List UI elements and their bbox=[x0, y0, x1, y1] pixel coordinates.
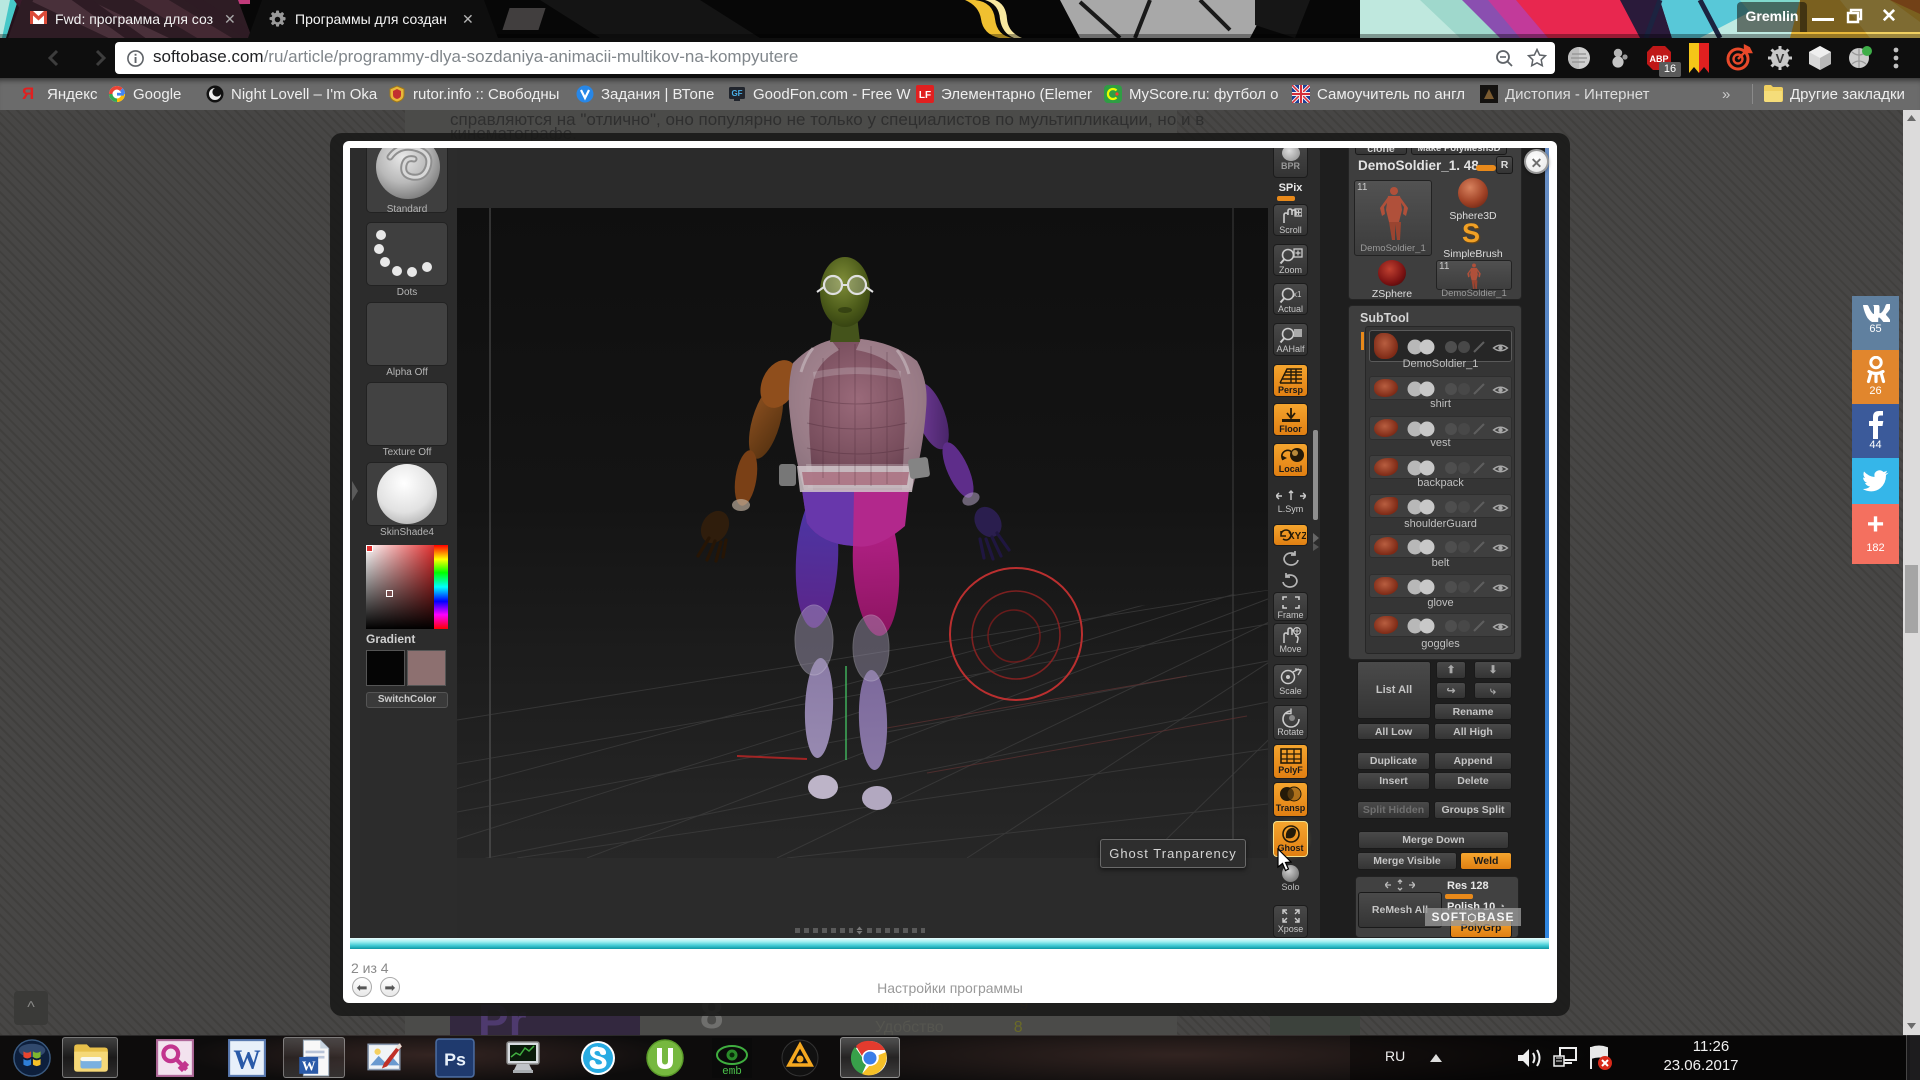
svg-text:Ps: Ps bbox=[444, 1049, 466, 1069]
svg-text:V: V bbox=[1776, 51, 1785, 66]
svg-text:GF: GF bbox=[731, 89, 742, 98]
svg-text:emb: emb bbox=[722, 1066, 742, 1078]
svg-text:LF: LF bbox=[919, 90, 931, 101]
svg-text:XYZ: XYZ bbox=[1288, 531, 1306, 542]
svg-text:x1: x1 bbox=[1293, 290, 1302, 299]
svg-text:W: W bbox=[302, 1059, 316, 1074]
svg-text:W: W bbox=[233, 1045, 260, 1075]
